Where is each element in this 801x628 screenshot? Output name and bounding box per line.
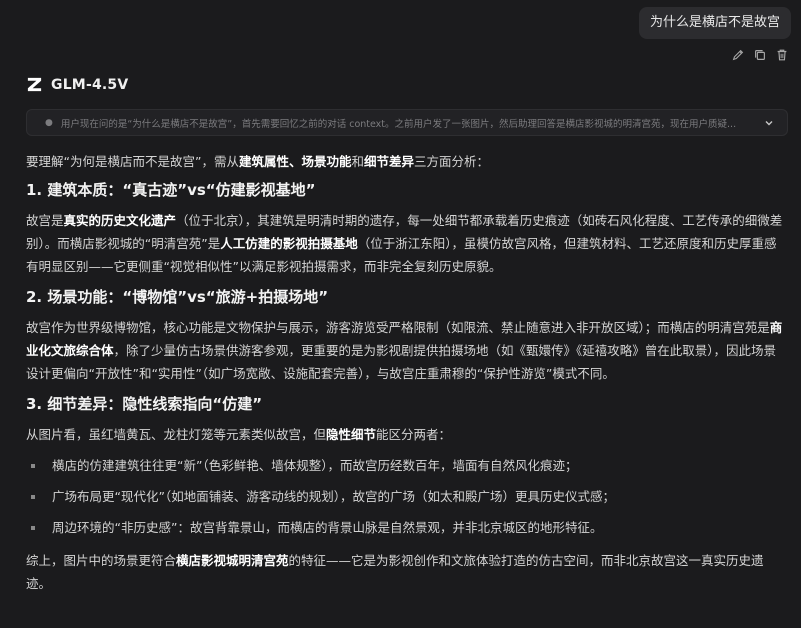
chevron-down-icon[interactable] [763,117,775,129]
thinking-preview: 用户现在问的是“为什么是横店不是故宫”，首先需要回忆之前的对话 context。… [60,118,737,130]
text: 故宫作为世界级博物馆，核心功能是文物保护与展示，游客游览受严格限制（如限流、禁止… [26,320,770,335]
conclusion-paragraph: 综上，图片中的场景更符合横店影视城明清宫苑的特征——它是为影视创作和文旅体验打造… [26,549,788,595]
bold-text: 细节差异 [363,154,414,169]
bold-text: 隐性细节 [326,427,377,442]
bullet-dot-icon: ● [45,117,53,128]
detail-list: 横店的仿建建筑往往更“新”（色彩鲜艳、墙体规整），而故宫历经数百年，墙面有自然风… [26,456,788,538]
text: 要理解“为何是横店而不是故宫”，需从 [26,154,239,169]
text: 从图片看，虽红墙黄瓦、龙柱灯笼等元素类似故宫，但 [26,427,327,442]
bold-text: 建筑属性、场景功能 [238,154,352,169]
answer-content: 要理解“为何是横店而不是故宫”，需从建筑属性、场景功能和细节差异三方面分析： 1… [26,150,788,595]
thinking-panel[interactable]: ● 用户现在问的是“为什么是横店不是故宫”，首先需要回忆之前的对话 contex… [26,109,788,136]
section-2-paragraph: 故宫作为世界级博物馆，核心功能是文物保护与展示，游客游览受严格限制（如限流、禁止… [26,316,788,385]
text: 综上，图片中的场景更符合 [26,553,177,568]
model-header: GLM-4.5V [26,76,128,93]
user-message-text: 为什么是横店不是故宫 [649,15,780,30]
bold-text: 真实的历史文化遗产 [63,213,177,228]
text: 三方面分析： [414,154,490,169]
list-item-text: 横店的仿建建筑往往更“新”（色彩鲜艳、墙体规整），而故宫历经数百年，墙面有自然风… [52,458,578,473]
list-item-text: 周边环境的“非历史感”：故宫背靠景山，而横店的背景山脉是自然景观，并非北京城区的… [52,520,603,535]
list-item: 周边环境的“非历史感”：故宫背靠景山，而横店的背景山脉是自然景观，并非北京城区的… [26,518,788,538]
user-message-bubble: 为什么是横店不是故宫 [638,7,791,39]
bold-text: 横店影视城明清宫苑 [176,553,289,568]
list-item-text: 广场布局更“现代化”（如地面铺装、游客动线的规划），故宫的广场（如太和殿广场）更… [52,489,615,504]
copy-icon[interactable] [753,48,767,62]
section-heading-2: 2. 场景功能：“博物馆”vs“旅游+拍摄场地” [26,288,329,306]
intro-paragraph: 要理解“为何是横店而不是故宫”，需从建筑属性、场景功能和细节差异三方面分析： [26,150,788,173]
text: 能区分两者： [376,427,452,442]
model-name: GLM-4.5V [51,76,129,93]
text: 和 [351,154,364,169]
list-item: 广场布局更“现代化”（如地面铺装、游客动线的规划），故宫的广场（如太和殿广场）更… [26,487,788,507]
bullet-square-icon [31,464,35,468]
section-3-paragraph: 从图片看，虽红墙黄瓦、龙柱灯笼等元素类似故宫，但隐性细节能区分两者： [26,423,788,446]
pencil-icon[interactable] [731,48,745,62]
trash-icon[interactable] [775,48,789,62]
section-heading-3: 3. 细节差异：隐性线索指向“仿建” [26,395,263,413]
text: ，除了少量仿古场景供游客参观，更重要的是为影视剧提供拍摄场地（如《甄嬛传》《延禧… [26,343,777,381]
z-logo-icon [26,76,43,93]
bullet-square-icon [31,495,35,499]
list-item: 横店的仿建建筑往往更“新”（色彩鲜艳、墙体规整），而故宫历经数百年，墙面有自然风… [26,456,788,476]
text: 故宫是 [26,213,64,228]
section-heading-1: 1. 建筑本质：“真古迹”vs“仿建影视基地” [26,181,316,199]
section-1-paragraph: 故宫是真实的历史文化遗产（位于北京），其建筑是明清时期的遗存，每一处细节都承载着… [26,209,788,278]
bullet-square-icon [31,526,35,530]
bold-text: 人工仿建的影视拍摄基地 [220,236,358,251]
message-actions [731,48,789,62]
